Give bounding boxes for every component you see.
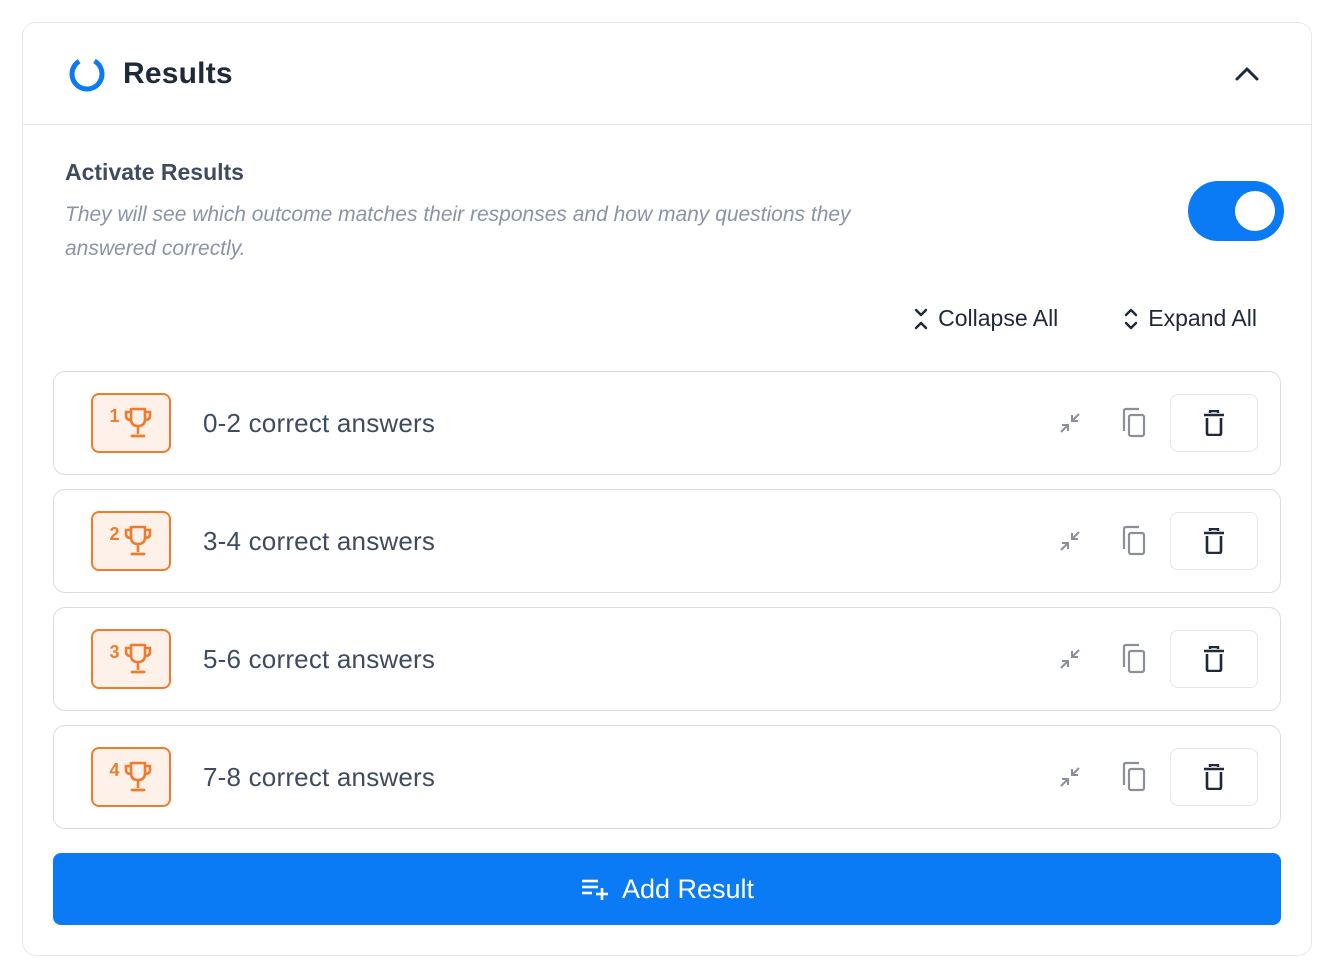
activate-results-section: Activate Results They will see which out…	[65, 159, 1285, 266]
result-title: 5-6 correct answers	[203, 643, 436, 674]
duplicate-button[interactable]	[1114, 631, 1154, 687]
toggle-knob	[1235, 191, 1275, 231]
result-number: 2	[109, 523, 120, 544]
result-actions	[1050, 394, 1258, 452]
result-item[interactable]: 1 0-2 correct answers	[53, 371, 1281, 475]
minimize-button[interactable]	[1050, 749, 1090, 805]
result-actions	[1050, 630, 1258, 688]
trash-icon	[1204, 410, 1224, 436]
results-ring-icon	[67, 54, 107, 94]
panel-header: Results	[23, 23, 1311, 125]
copy-icon	[1122, 525, 1146, 556]
expand-chevrons-icon	[1125, 308, 1138, 329]
duplicate-button[interactable]	[1114, 513, 1154, 569]
result-badge: 3	[91, 629, 171, 689]
results-list: 1 0-2 correct answers 2 3-4 correct answ…	[53, 371, 1281, 843]
expand-all-button[interactable]: Expand All	[1124, 305, 1257, 332]
trash-icon	[1204, 528, 1224, 554]
minimize-arrows-icon	[1060, 531, 1080, 551]
activate-results-toggle[interactable]	[1188, 181, 1284, 241]
result-number: 3	[109, 641, 120, 662]
result-badge: 2	[91, 511, 171, 571]
minimize-arrows-icon	[1060, 649, 1080, 669]
result-number: 1	[109, 405, 120, 426]
copy-icon	[1122, 407, 1146, 438]
trophy-icon	[124, 525, 151, 556]
result-title: 0-2 correct answers	[203, 407, 436, 438]
result-title: 3-4 correct answers	[203, 525, 436, 556]
result-item[interactable]: 4 7-8 correct answers	[53, 725, 1281, 829]
activate-results-description: They will see which outcome matches thei…	[65, 203, 851, 260]
chevron-up-icon	[1235, 67, 1259, 81]
minimize-arrows-icon	[1060, 767, 1080, 787]
duplicate-button[interactable]	[1114, 749, 1154, 805]
collapse-chevrons-icon	[914, 308, 928, 329]
collapse-all-label: Collapse All	[938, 305, 1059, 331]
result-badge: 1	[91, 393, 171, 453]
result-badge: 4	[91, 747, 171, 807]
result-actions	[1050, 748, 1258, 806]
collapse-all-button[interactable]: Collapse All	[914, 305, 1058, 332]
expand-all-label: Expand All	[1148, 305, 1257, 331]
trash-icon	[1204, 764, 1224, 790]
delete-button[interactable]	[1170, 748, 1258, 806]
result-title: 7-8 correct answers	[203, 761, 436, 792]
trophy-icon	[124, 407, 151, 438]
add-result-button[interactable]: Add Result	[53, 853, 1281, 925]
trophy-icon	[124, 643, 151, 674]
duplicate-button[interactable]	[1114, 395, 1154, 451]
activate-results-label: Activate Results	[65, 159, 244, 185]
minimize-arrows-icon	[1060, 413, 1080, 433]
minimize-button[interactable]	[1050, 631, 1090, 687]
minimize-button[interactable]	[1050, 513, 1090, 569]
delete-button[interactable]	[1170, 630, 1258, 688]
copy-icon	[1122, 761, 1146, 792]
trash-icon	[1204, 646, 1224, 672]
bulk-actions: Collapse All Expand All	[914, 305, 1257, 332]
minimize-button[interactable]	[1050, 395, 1090, 451]
result-item[interactable]: 2 3-4 correct answers	[53, 489, 1281, 593]
result-actions	[1050, 512, 1258, 570]
panel-collapse-toggle[interactable]	[1227, 54, 1267, 94]
page-title: Results	[123, 56, 233, 90]
copy-icon	[1122, 643, 1146, 674]
result-item[interactable]: 3 5-6 correct answers	[53, 607, 1281, 711]
delete-button[interactable]	[1170, 394, 1258, 452]
add-result-label: Add Result	[621, 873, 755, 904]
results-panel: Results Activate Results They will see w…	[22, 22, 1312, 956]
playlist-add-icon	[581, 879, 608, 900]
delete-button[interactable]	[1170, 512, 1258, 570]
trophy-icon	[124, 761, 151, 792]
result-number: 4	[109, 759, 120, 780]
